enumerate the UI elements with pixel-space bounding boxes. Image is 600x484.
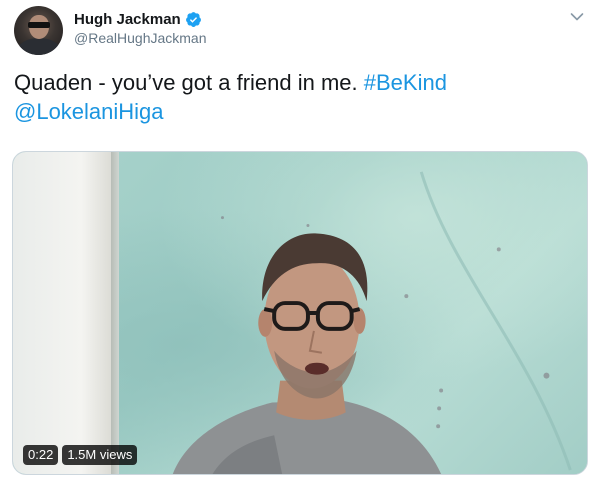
tweet-card: Hugh Jackman @RealHughJackman Quaden - y… <box>0 0 600 484</box>
author-handle[interactable]: @RealHughJackman <box>74 30 207 46</box>
video-player[interactable]: 0:22 1.5M views <box>12 151 588 475</box>
video-views: 1.5M views <box>62 445 138 465</box>
video-overlay: 0:22 1.5M views <box>23 445 138 465</box>
tweet-text: Quaden - you’ve got a friend in me. #BeK… <box>14 68 586 126</box>
hashtag-link[interactable]: #BeKind <box>364 70 447 95</box>
chevron-down-icon[interactable] <box>570 12 584 22</box>
video-frame-person <box>172 171 572 474</box>
verified-badge-icon <box>185 11 201 27</box>
video-duration: 0:22 <box>23 445 59 465</box>
author-avatar[interactable] <box>14 6 63 55</box>
author-name-row: Hugh Jackman <box>74 9 202 29</box>
author-display-name[interactable]: Hugh Jackman <box>74 11 181 28</box>
mention-link[interactable]: @LokelaniHiga <box>14 99 164 124</box>
tweet-text-body: Quaden - you’ve got a friend in me. <box>14 70 364 95</box>
